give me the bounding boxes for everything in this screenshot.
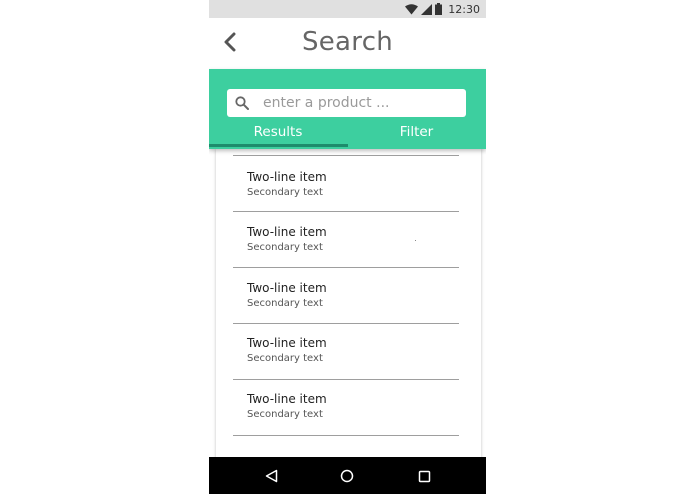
page-title: Search [301,27,394,57]
navigation-bar [209,457,486,494]
stray-dot [415,240,416,241]
tab-indicator [209,144,348,147]
status-icons: 12:30 [405,0,480,18]
app-bar: Search [209,18,486,69]
signal-icon [421,3,433,15]
home-circle-icon [340,469,354,483]
list-item[interactable]: Two-line item Secondary text [247,224,457,255]
search-box[interactable] [227,89,466,117]
back-triangle-icon [265,469,277,483]
search-input[interactable] [263,89,458,117]
phone-screen: 12:30 Search Results Filter Two-line ite… [209,0,486,494]
nav-recents-button[interactable] [414,466,434,486]
tab-filter[interactable]: Filter [347,121,486,147]
list-item[interactable]: Two-line item Secondary text [247,280,457,311]
recents-square-icon [418,470,430,482]
status-bar: 12:30 [209,0,486,18]
list-item-primary: Two-line item [247,336,327,350]
list-divider [233,267,459,268]
list-item[interactable]: Two-line item Secondary text [247,335,457,366]
list-divider [233,211,459,212]
list-item-secondary: Secondary text [247,187,323,198]
status-time: 12:30 [448,2,480,16]
back-button[interactable] [219,30,241,54]
list-item-primary: Two-line item [247,225,327,239]
list-divider [233,155,459,156]
list-item-secondary: Secondary text [247,242,323,253]
search-header: Results Filter [209,69,486,149]
list-item-primary: Two-line item [247,170,327,184]
results-list: Two-line item Secondary text Two-line it… [216,149,481,469]
nav-home-button[interactable] [337,466,357,486]
nav-back-button[interactable] [261,466,281,486]
list-item-primary: Two-line item [247,392,327,406]
list-item[interactable]: Two-line item Secondary text [247,169,457,200]
battery-icon [435,3,443,15]
list-divider [233,323,459,324]
list-divider [233,379,459,380]
list-item[interactable]: Two-line item Secondary text [247,391,457,422]
list-item-primary: Two-line item [247,281,327,295]
list-item-secondary: Secondary text [247,409,323,420]
search-icon [235,96,249,110]
list-divider [233,435,459,436]
wifi-icon [405,3,419,14]
list-item-secondary: Secondary text [247,353,323,364]
list-item-secondary: Secondary text [247,298,323,309]
chevron-left-icon [224,32,236,52]
